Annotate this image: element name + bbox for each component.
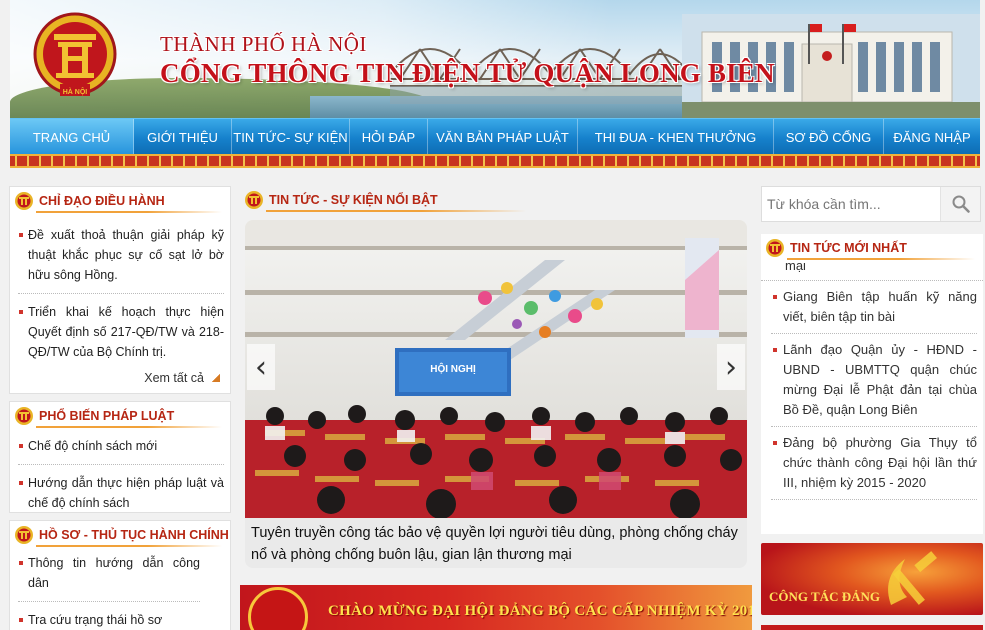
arrow-icon [212, 374, 220, 382]
directive-item[interactable]: Đề xuất thoả thuận giải pháp kỹ thuật kh… [18, 225, 224, 294]
slide-caption-link[interactable]: Tuyên truyền công tác bảo vệ quyền lợi n… [251, 522, 741, 566]
view-all-link[interactable]: Xem tất cả [144, 371, 220, 385]
law-header: PHỔ BIẾN PHÁP LUẬT [10, 402, 230, 430]
slide-stage-banner: HỘI NGHỊ [430, 362, 476, 375]
slider-next-button[interactable]: › [717, 344, 745, 390]
procedures-title: HỒ SƠ - THỦ TỤC HÀNH CHÍNH [39, 528, 229, 542]
next-banner-edge [761, 625, 983, 630]
search-box [761, 186, 981, 222]
procedure-item[interactable]: Tra cứu trạng thái hồ sơ [18, 610, 200, 630]
search-button[interactable] [940, 187, 980, 221]
promo-text: CHÀO MỪNG ĐẠI HỘI ĐẢNG BỘ CÁC CẤP NHIỆM … [328, 603, 752, 619]
latest-news-item[interactable]: Lãnh đạo Quận ủy - HĐND - UBND - UBMTTQ … [771, 334, 977, 427]
page: HÀ NỘI THÀNH PHỐ HÀ NỘI CỔNG THÔNG TIN Đ… [0, 0, 985, 630]
law-item[interactable]: Chế độ chính sách mới [18, 436, 224, 465]
latest-news-scroller[interactable]: mại Giang Biên tập huấn kỹ năng viết, bi… [761, 262, 983, 526]
hanoi-emblem-icon [15, 192, 33, 210]
hammer-sickle-icon [888, 551, 937, 605]
emblem-text: HÀ NỘI [63, 87, 88, 96]
search-input[interactable] [767, 193, 937, 215]
hanoi-emblem-icon [15, 526, 33, 544]
directive-item[interactable]: Triển khai kế hoạch thực hiện Quyết định… [18, 302, 224, 362]
procedure-item[interactable]: Thông tin hướng dẫn công dân [18, 553, 200, 602]
slider-prev-button[interactable]: ‹ [247, 344, 275, 390]
featured-news-header: TIN TỨC - SỰ KIỆN NỔI BẬT [244, 186, 746, 214]
latest-news-header: TIN TỨC MỚI NHẤT [761, 234, 983, 262]
party-work-label: CÔNG TÁC ĐẢNG [769, 589, 880, 604]
city-name: THÀNH PHỐ HÀ NỘI [160, 32, 367, 56]
hanoi-emblem-logo: HÀ NỘI [33, 12, 117, 96]
nav-item-home[interactable]: TRANG CHỦ [10, 119, 134, 155]
nav-item-login[interactable]: ĐĂNG NHẬP [884, 119, 980, 155]
nav-item-about[interactable]: GIỚI THIỆU [134, 119, 232, 155]
featured-news-title: TIN TỨC - SỰ KIỆN NỔI BẬT [269, 193, 438, 207]
procedures-header: HỒ SƠ - THỦ TỤC HÀNH CHÍNH [10, 521, 230, 549]
latest-news-box: TIN TỨC MỚI NHẤT mại Giang Biên tập huấn… [761, 234, 983, 534]
nav-item-sitemap[interactable]: SƠ ĐỒ CỔNG [774, 119, 884, 155]
party-work-banner[interactable]: CÔNG TÁC ĐẢNG [761, 543, 983, 615]
featured-news-slider[interactable]: HỘI NGHỊ ‹ › Tuyên truyền công tác bảo v… [245, 220, 747, 568]
national-emblem-icon [248, 587, 308, 630]
latest-news-item[interactable]: Đảng bộ phường Gia Thụy tổ chức thành cô… [771, 427, 977, 500]
search-icon [952, 195, 970, 213]
nav-item-emulation-rewards[interactable]: THI ĐUA - KHEN THƯỞNG [578, 119, 774, 155]
congress-promo-banner[interactable]: CHÀO MỪNG ĐẠI HỘI ĐẢNG BỘ CÁC CẤP NHIỆM … [240, 585, 752, 630]
header-banner: HÀ NỘI THÀNH PHỐ HÀ NỘI CỔNG THÔNG TIN Đ… [10, 0, 980, 118]
law-box: PHỔ BIẾN PHÁP LUẬT Chế độ chính sách mới… [9, 401, 231, 513]
decorative-pattern-strip [10, 154, 980, 168]
latest-news-item[interactable]: Giang Biên tập huấn kỹ năng viết, biên t… [771, 281, 977, 334]
nav-item-legal-documents[interactable]: VĂN BẢN PHÁP LUẬT [428, 119, 578, 155]
latest-news-title: TIN TỨC MỚI NHẤT [790, 241, 907, 255]
law-item[interactable]: Hướng dẫn thực hiện pháp luật và chế độ … [18, 473, 224, 513]
procedures-box: HỒ SƠ - THỦ TỤC HÀNH CHÍNH Thông tin hướ… [9, 520, 231, 630]
chevron-right-icon: › [725, 349, 737, 385]
hanoi-emblem-icon [766, 239, 784, 257]
view-all-label: Xem tất cả [144, 371, 204, 385]
portal-title: CỔNG THÔNG TIN ĐIỆN TỬ QUẬN LONG BIÊN [160, 58, 775, 88]
nav-item-qa[interactable]: HỎI ĐÁP [350, 119, 428, 155]
directives-header: CHỈ ĐẠO ĐIỀU HÀNH [10, 187, 230, 215]
main-nav: TRANG CHỦ GIỚI THIỆU TIN TỨC- SỰ KIỆN HỎ… [10, 118, 980, 155]
slide-photo[interactable]: HỘI NGHỊ [245, 220, 747, 518]
latest-news-partial-item: mại [785, 262, 806, 273]
hanoi-emblem-icon [245, 191, 263, 209]
directives-box: CHỈ ĐẠO ĐIỀU HÀNH Đề xuất thoả thuận giả… [9, 186, 231, 394]
chevron-left-icon: ‹ [255, 349, 267, 385]
nav-item-news-events[interactable]: TIN TỨC- SỰ KIỆN [232, 119, 350, 155]
law-title: PHỔ BIẾN PHÁP LUẬT [39, 409, 175, 423]
directives-title: CHỈ ĐẠO ĐIỀU HÀNH [39, 194, 165, 208]
long-bien-bridge-image [390, 48, 690, 104]
hanoi-emblem-icon [15, 407, 33, 425]
